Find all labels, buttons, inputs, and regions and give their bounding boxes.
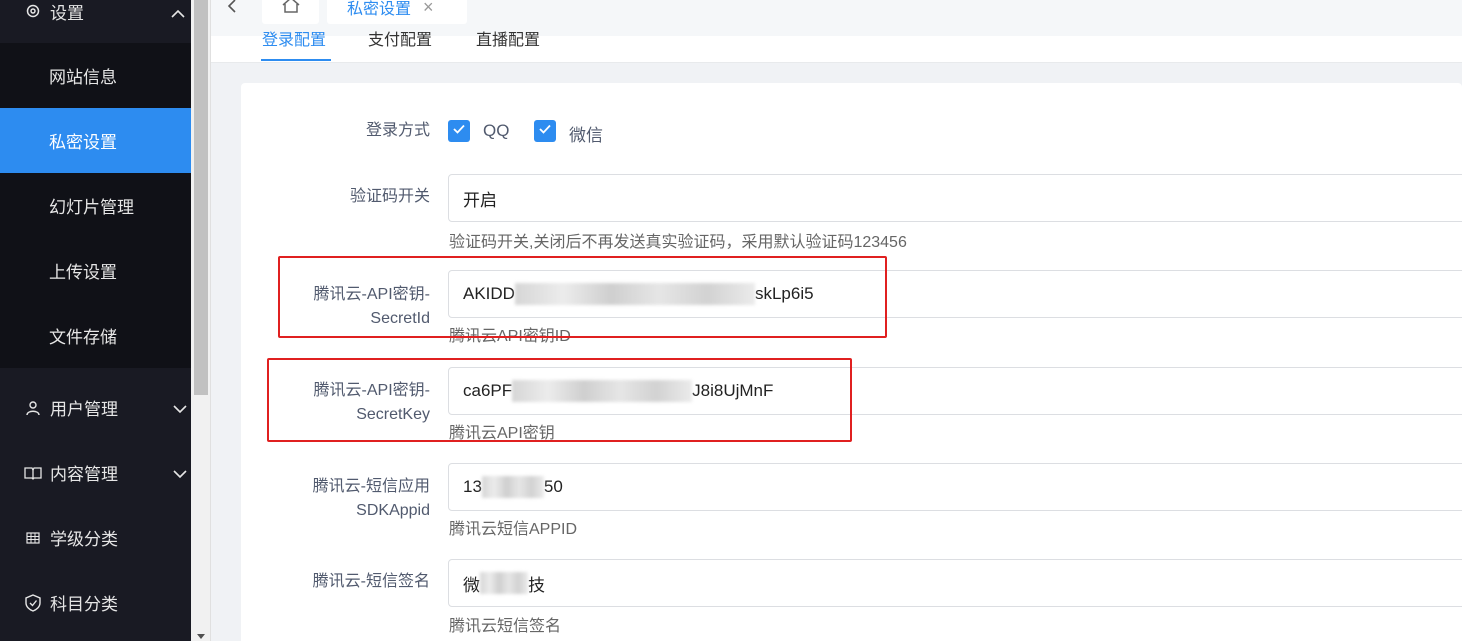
sidebar-item-site-info[interactable]: 网站信息 (0, 43, 191, 108)
sidebar-group-users[interactable]: 用户管理 (0, 375, 191, 440)
user-icon (24, 399, 42, 417)
sidebar-item-label: 上传设置 (49, 263, 117, 282)
sdk-appid-suffix: 50 (543, 477, 563, 496)
sdk-appid-prefix: 13 (463, 477, 482, 496)
redacted-blur (480, 572, 528, 594)
sidebar-item-private-settings[interactable]: 私密设置 (0, 108, 191, 173)
sms-sign-hint: 腾讯云短信签名 (449, 618, 562, 635)
sidebar-item-label: 私密设置 (49, 133, 117, 152)
captcha-hint: 验证码开关,关闭后不再发送真实验证码，采用默认验证码123456 (449, 234, 907, 251)
check-icon (452, 122, 466, 140)
config-subtabs: 登录配置 支付配置 直播配置 (211, 32, 1462, 63)
sidebar-group-label: 科目分类 (50, 595, 118, 614)
sidebar-item-file-storage[interactable]: 文件存储 (0, 303, 191, 368)
sdk-appid-label-line2: SDKAppid (356, 502, 430, 519)
scrollbar-thumb[interactable] (194, 0, 208, 395)
close-icon[interactable]: × (423, 0, 434, 18)
sidebar-item-upload-settings[interactable]: 上传设置 (0, 238, 191, 303)
qq-checkbox[interactable] (448, 120, 470, 142)
sms-sign-suffix: 技 (528, 575, 545, 595)
login-method-label: 登录方式 (365, 122, 430, 139)
wechat-checkbox[interactable] (534, 120, 556, 142)
sidebar: 设置 网站信息 私密设置 幻灯片管理 上传设置 文件存储 用户管理 内容管理 学… (0, 0, 191, 641)
highlight-box-secret-id (278, 256, 887, 338)
sidebar-group-content[interactable]: 内容管理 (0, 440, 191, 505)
sidebar-group-label: 学级分类 (50, 530, 118, 549)
sidebar-item-slideshow[interactable]: 幻灯片管理 (0, 173, 191, 238)
sidebar-group-subject[interactable]: 科目分类 (0, 570, 191, 635)
subtab-payment-config[interactable]: 支付配置 (368, 26, 432, 50)
tab-private-settings[interactable]: 私密设置 × (327, 0, 467, 24)
book-icon (24, 464, 42, 482)
sdk-appid-hint: 腾讯云短信APPID (449, 521, 578, 538)
sdk-appid-label-line1: 腾讯云-短信应用 (312, 478, 430, 495)
menu-settings[interactable]: 设置 (0, 0, 191, 36)
gear-icon (24, 2, 42, 20)
chevron-down-icon (173, 464, 187, 484)
scroll-down-arrow-icon[interactable] (197, 634, 205, 639)
menu-settings-label: 设置 (50, 3, 84, 23)
sms-sign-input[interactable]: 微 技 (448, 559, 1462, 607)
chevron-down-icon (173, 399, 187, 419)
captcha-select[interactable]: 开启 (448, 174, 1462, 222)
sdk-appid-label: 腾讯云-短信应用 SDKAppid (230, 475, 430, 523)
qq-checkbox-label[interactable]: QQ (483, 121, 509, 141)
captcha-value: 开启 (463, 190, 497, 210)
sidebar-item-label: 文件存储 (49, 328, 117, 347)
sdk-appid-input[interactable]: 13 50 (448, 463, 1462, 511)
sidebar-item-label: 网站信息 (49, 68, 117, 87)
home-icon (281, 0, 301, 19)
sidebar-group-grade[interactable]: 学级分类 (0, 505, 191, 570)
tab-label: 私密设置 (347, 1, 412, 18)
sidebar-group-label: 内容管理 (50, 465, 118, 484)
chevron-up-icon (171, 4, 185, 24)
subtab-login-config[interactable]: 登录配置 (262, 26, 326, 50)
shield-icon (24, 593, 42, 612)
sms-sign-label: 腾讯云-短信签名 (312, 573, 430, 590)
subtab-active-indicator (261, 59, 331, 61)
highlight-box-secret-key (267, 358, 852, 442)
back-arrow-icon[interactable] (225, 0, 239, 16)
wechat-checkbox-label[interactable]: 微信 (569, 121, 603, 146)
sidebar-item-label: 幻灯片管理 (49, 198, 134, 217)
grid-icon (24, 529, 42, 547)
sidebar-scrollbar[interactable] (191, 0, 211, 641)
settings-submenu: 网站信息 私密设置 幻灯片管理 上传设置 文件存储 (0, 43, 191, 368)
captcha-label: 验证码开关 (349, 188, 430, 205)
subtab-live-config[interactable]: 直播配置 (476, 26, 540, 50)
redacted-blur (481, 476, 544, 498)
sidebar-group-label: 用户管理 (50, 400, 118, 419)
check-icon (538, 122, 552, 140)
tab-home[interactable] (262, 0, 319, 24)
sms-sign-prefix: 微 (463, 575, 480, 595)
